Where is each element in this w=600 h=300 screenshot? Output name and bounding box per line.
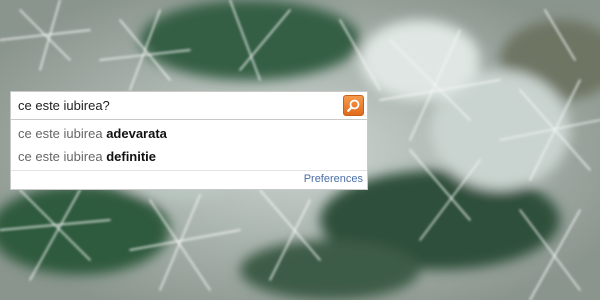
search-input[interactable] [18,92,338,119]
suggestions-dropdown: ce este iubirea adevarata ce este iubire… [10,120,368,190]
suggestion-completion: definitie [106,149,157,164]
preferences-link[interactable]: Preferences [304,173,363,185]
suggestion-item[interactable]: ce este iubirea definitie [18,146,156,168]
search-button[interactable] [343,95,364,116]
preferences-bar: Preferences [11,170,367,189]
suggestion-prefix: ce este iubirea [18,149,103,164]
suggestion-item[interactable]: ce este iubirea adevarata [18,123,167,145]
suggestion-completion: adevarata [106,126,167,141]
search-box [10,91,368,120]
suggestion-prefix: ce este iubirea [18,126,103,141]
search-icon [347,99,360,112]
